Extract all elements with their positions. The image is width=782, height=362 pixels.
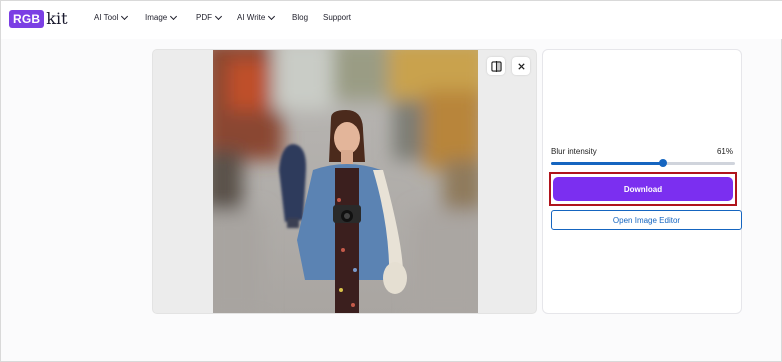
blur-intensity-value: 61% — [716, 147, 733, 156]
nav-label: Image — [145, 13, 168, 22]
close-button[interactable] — [512, 57, 530, 75]
app-window: RGB kit AI Tool Image PDF AI Write Blog — [0, 0, 782, 362]
chevron-down-icon — [268, 12, 276, 20]
blur-intensity-slider[interactable] — [551, 159, 735, 167]
nav-ai-tool[interactable]: AI Tool — [94, 12, 145, 22]
nav-label: PDF — [196, 13, 212, 22]
blurred-portrait-image — [213, 50, 478, 313]
blur-intensity-label: Blur intensity — [551, 147, 597, 156]
rgbkit-logo[interactable]: RGB kit — [9, 10, 68, 28]
chevron-down-icon — [214, 12, 223, 20]
nav-label: Blog — [292, 13, 309, 22]
preview-photo — [213, 50, 478, 313]
compare-split-icon — [490, 60, 502, 72]
settings-panel: Blur intensity 61% Download Open Image E… — [542, 49, 742, 314]
open-image-editor-button[interactable]: Open Image Editor — [551, 210, 742, 230]
chevron-down-icon — [170, 12, 178, 20]
nav-label: AI Write — [237, 13, 266, 22]
main-nav: AI Tool Image PDF AI Write Blog Support — [94, 12, 351, 22]
nav-support[interactable]: Support — [323, 13, 351, 22]
nav-label: Support — [323, 13, 352, 22]
top-header: RGB kit AI Tool Image PDF AI Write Blog — [1, 1, 782, 39]
chevron-down-icon — [121, 12, 129, 20]
compare-button[interactable] — [487, 57, 505, 75]
close-icon — [517, 62, 525, 70]
image-preview-area — [152, 49, 537, 314]
slider-thumb[interactable] — [659, 159, 668, 167]
nav-pdf[interactable]: PDF — [196, 12, 237, 22]
logo-badge: RGB — [9, 10, 45, 28]
logo-suffix: kit — [46, 9, 68, 28]
nav-ai-write[interactable]: AI Write — [237, 12, 292, 22]
nav-image[interactable]: Image — [145, 12, 196, 22]
download-button[interactable]: Download — [553, 177, 733, 201]
nav-label: AI Tool — [94, 13, 119, 22]
slider-fill — [551, 162, 664, 165]
nav-blog[interactable]: Blog — [292, 13, 323, 22]
download-highlight-box: Download — [549, 172, 737, 206]
